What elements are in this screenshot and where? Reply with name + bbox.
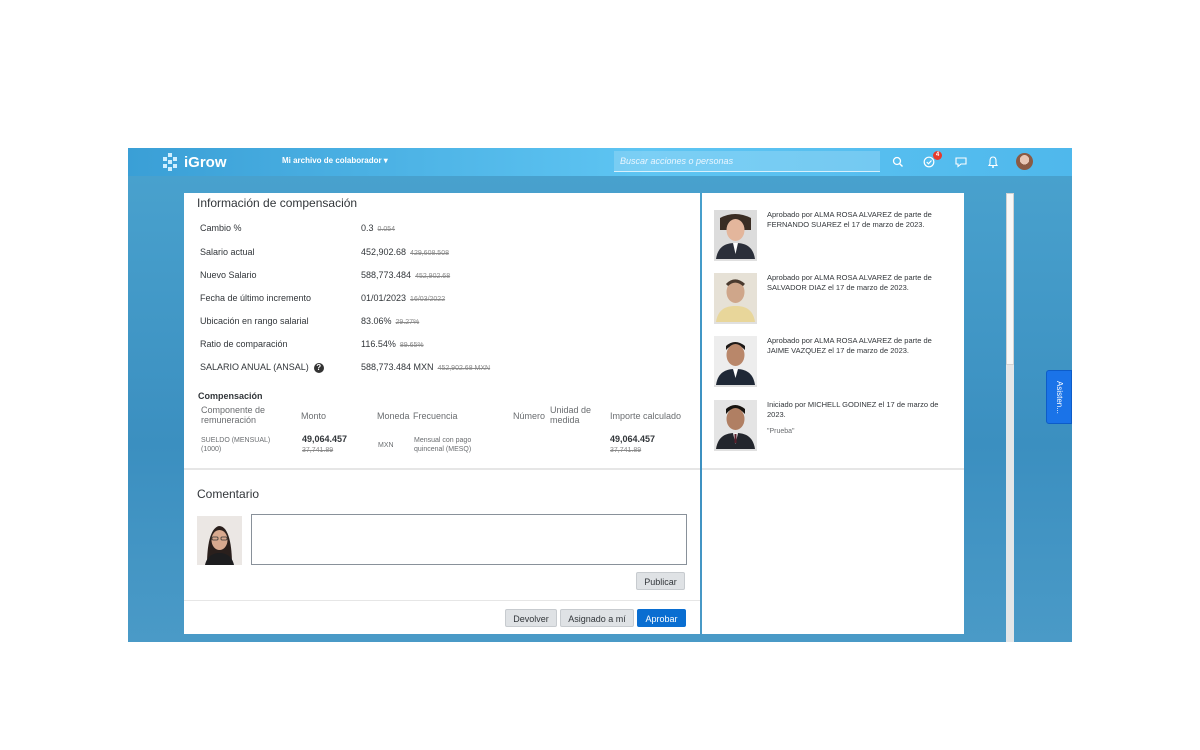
user-avatar[interactable] [1016,153,1033,170]
app-logo[interactable]: iGrow [160,152,227,172]
employee-file-menu[interactable]: Mi archivo de colaborador ▾ [282,156,388,165]
row-value-salario-anual: 588,773.484 MXN 452,902.68 MXN [361,362,491,372]
col-header-number: Número [513,411,546,421]
row-label-ratio-comparacion: Ratio de comparación [200,339,288,349]
assign-to-me-button[interactable]: Asignado a mí [560,609,634,627]
cell-amount: 49,064.457 37,741.89 [302,434,348,454]
bell-icon[interactable] [986,155,1000,169]
timeline-text: Iniciado por MICHELL GODINEZ el 17 de ma… [767,400,939,419]
col-header-unit: Unidad de medida [550,405,592,425]
row-value-nuevo-salario: 588,773.484 452,902.68 [361,270,451,280]
row-label-ubicacion-rango: Ubicación en rango salarial [200,316,309,326]
app-name: iGrow [184,153,227,171]
publish-button[interactable]: Publicar [636,572,685,590]
comment-title: Comentario [197,487,260,501]
search-field[interactable] [614,151,880,172]
search-icon[interactable] [891,155,905,169]
col-header-component: Componente de remuneración [201,405,266,425]
footer-divider [184,600,700,601]
row-label-fecha-incremento: Fecha de último incremento [200,293,312,303]
col-header-calculated: Importe calculado [610,411,682,421]
assistant-tab[interactable]: Asisten... [1046,370,1072,424]
cell-calculated: 49,064.457 37,741.89 [610,434,656,454]
row-label-cambio: Cambio % [200,223,242,233]
approver-photo [714,210,757,261]
cell-component: SUELDO (MENSUAL) (1000) [201,437,271,453]
compensation-panel: Información de compensación Cambio % 0.3… [184,193,700,634]
cell-currency: MXN [378,442,394,449]
feedback-icon[interactable] [954,155,968,169]
cell-frequency: Mensual con pago quincenal (MESQ) [414,437,472,453]
col-header-frequency: Frecuencia [413,411,458,421]
page-scrollbar[interactable] [1006,193,1014,642]
row-label-nuevo-salario: Nuevo Salario [200,270,257,280]
row-label-salario-actual: Salario actual [200,247,255,257]
col-header-currency: Moneda [377,411,410,421]
approver-photo [714,273,757,324]
comment-field[interactable] [251,514,687,565]
approver-photo [714,336,757,387]
approval-timeline-panel: Aprobado por ALMA ROSA ALVAREZ de parte … [702,193,964,634]
igrow-logo-icon [163,153,177,171]
compensation-info-title: Información de compensación [197,196,358,210]
row-value-ratio-comparacion: 116.54% 89.65% [361,339,424,349]
timeline-comment: "Prueba" [767,428,795,435]
row-label-salario-anual: SALARIO ANUAL (ANSAL)? [200,362,324,373]
shell-bar: iGrow Mi archivo de colaborador ▾ 4 [128,148,1072,176]
comment-input[interactable] [252,515,686,564]
initiator-photo [714,400,757,451]
col-header-amount: Monto [301,411,327,421]
approve-button[interactable]: Aprobar [637,609,686,627]
notification-badge: 4 [933,151,942,160]
app-window: iGrow Mi archivo de colaborador ▾ 4 Info… [128,148,1072,642]
timeline-text: Aprobado por ALMA ROSA ALVAREZ de parte … [767,273,932,292]
commenter-avatar [197,516,242,565]
row-value-salario-actual: 452,902.68 429,608.508 [361,247,449,257]
section-divider [184,468,700,470]
row-value-cambio: 0.3 0.054 [361,223,396,233]
scrollbar-thumb[interactable] [1006,193,1014,365]
search-input[interactable] [614,151,876,171]
info-icon[interactable]: ? [313,362,324,373]
row-value-ubicacion-rango: 83.06% 29.27% [361,316,420,326]
timeline-text: Aprobado por ALMA ROSA ALVAREZ de parte … [767,336,932,355]
timeline-text: Aprobado por ALMA ROSA ALVAREZ de parte … [767,210,932,229]
row-value-fecha-incremento: 01/01/2023 16/03/2022 [361,293,446,303]
compensation-table-title: Compensación [198,391,263,401]
return-button[interactable]: Devolver [505,609,557,627]
timeline-divider [702,468,964,470]
